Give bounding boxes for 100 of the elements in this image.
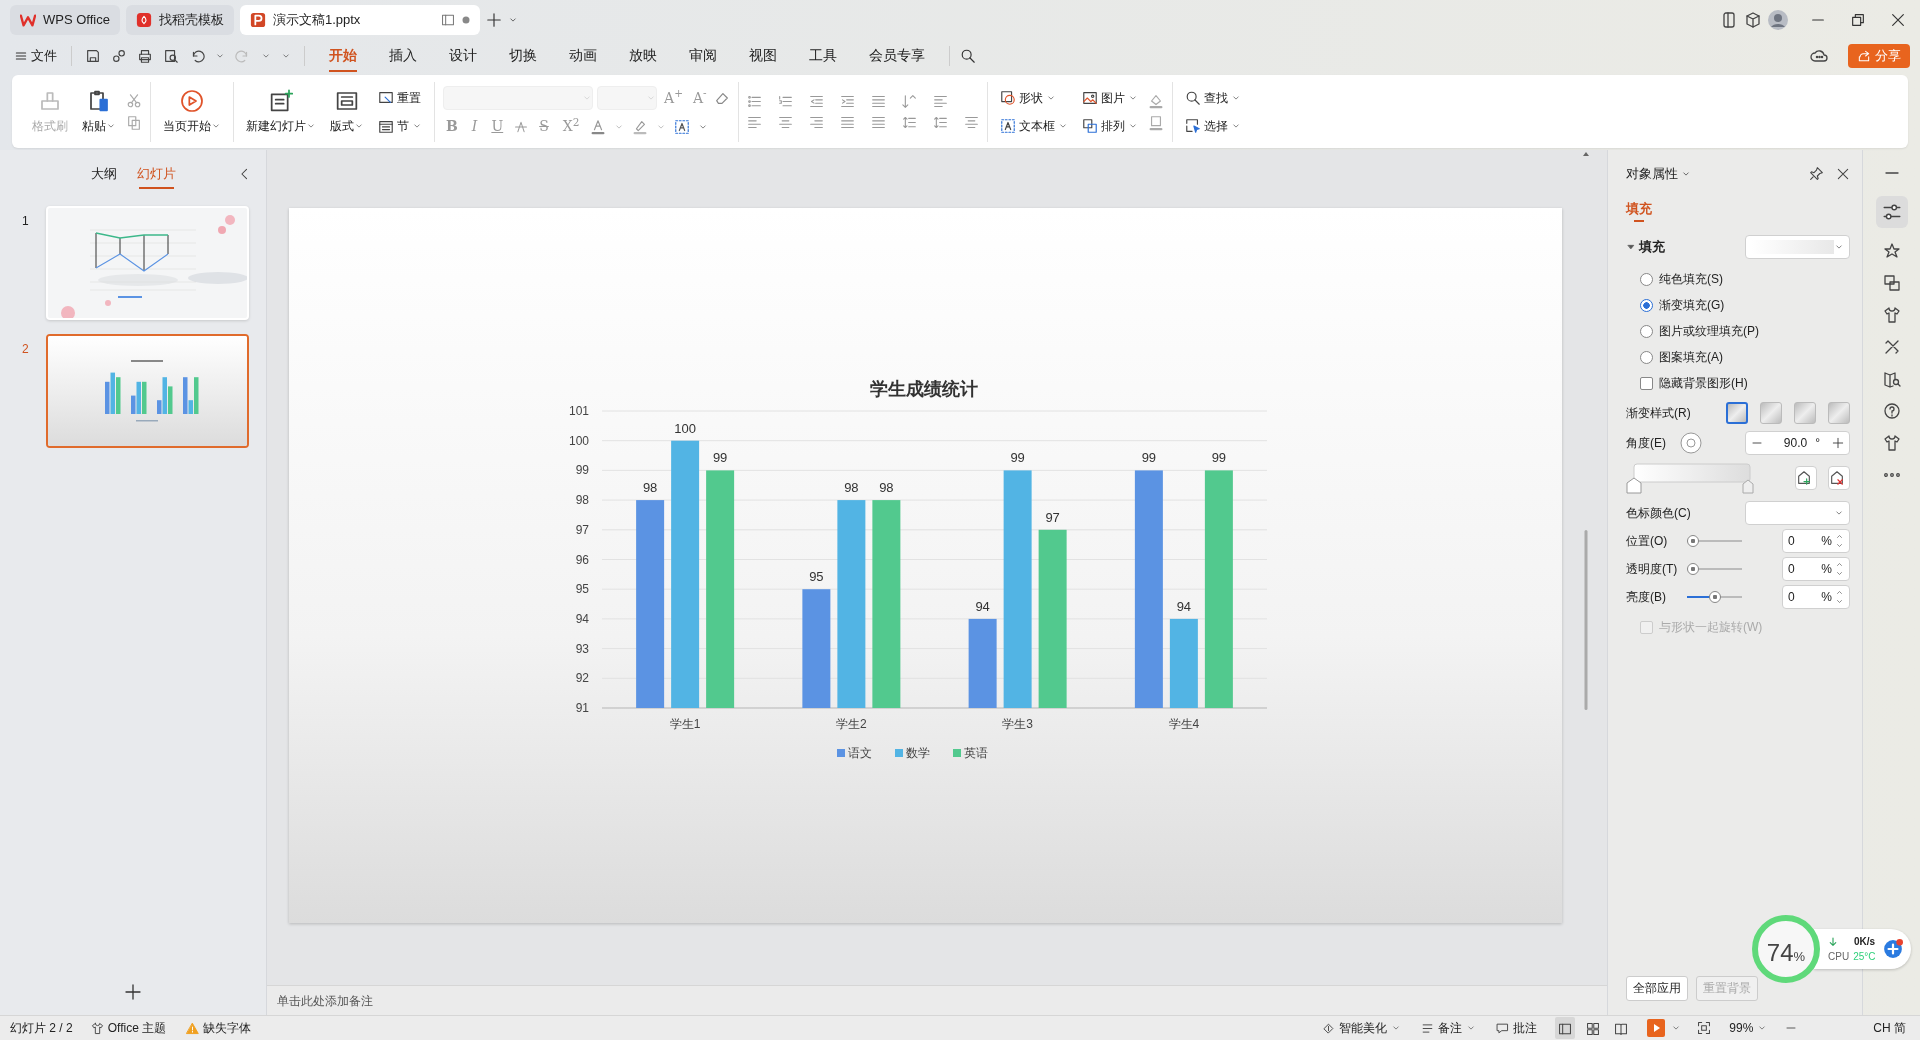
line-spacing-icon[interactable] <box>901 114 917 130</box>
search-icon[interactable] <box>960 48 976 64</box>
document-tab[interactable]: WPS Office <box>10 5 120 35</box>
font-name-field[interactable] <box>443 86 593 110</box>
bullets-icon[interactable] <box>746 93 762 109</box>
avatar-icon[interactable] <box>1768 10 1788 30</box>
notes-field[interactable]: 单击此处添加备注 <box>267 985 1607 1015</box>
section-button[interactable]: 节 <box>374 114 426 137</box>
ribbon-tab[interactable]: 审阅 <box>675 42 731 70</box>
panel-tab[interactable]: 填充 <box>1626 199 1652 219</box>
percent-field[interactable]: 0 % <box>1782 585 1850 610</box>
ribbon-tab[interactable]: 工具 <box>795 42 851 70</box>
font-size-field[interactable] <box>597 86 657 110</box>
book-search-icon[interactable] <box>1882 370 1901 388</box>
phone-icon[interactable] <box>1720 11 1738 29</box>
radio-button[interactable] <box>1640 350 1653 364</box>
zoom-dropdown[interactable]: 99% <box>1727 1019 1770 1037</box>
highlighter-icon[interactable] <box>632 118 649 135</box>
slider-thumb[interactable] <box>1687 535 1699 548</box>
close-icon[interactable] <box>1890 12 1906 28</box>
ribbon-tab[interactable]: 视图 <box>735 42 791 70</box>
radio-button[interactable] <box>1640 272 1653 286</box>
shirt-icon[interactable] <box>1882 434 1901 452</box>
shirt-icon[interactable] <box>1882 306 1901 324</box>
align-right-icon[interactable] <box>808 114 824 130</box>
ribbon-tab[interactable]: 设计 <box>435 42 491 70</box>
ribbon-tab[interactable]: 动画 <box>555 42 611 70</box>
checkbox[interactable] <box>1640 376 1653 390</box>
radio-button[interactable] <box>1640 298 1653 312</box>
gradient-style-swatch[interactable] <box>1794 402 1816 425</box>
comments-button[interactable]: 批注 <box>1494 1019 1540 1037</box>
eraser-icon[interactable] <box>713 90 730 106</box>
layout-button[interactable]: 版式 <box>326 86 368 137</box>
justify-icon[interactable] <box>839 114 855 130</box>
percent-field[interactable]: 0 % <box>1782 529 1850 554</box>
close-icon[interactable] <box>1836 166 1850 181</box>
fill-icon[interactable] <box>1147 92 1164 109</box>
pin-icon[interactable] <box>1809 166 1824 182</box>
slider[interactable] <box>1687 563 1742 576</box>
print-preview-icon[interactable] <box>163 48 179 64</box>
copy-icon[interactable] <box>126 114 142 131</box>
restore-icon[interactable] <box>1850 12 1866 28</box>
paragraph-spacing-icon[interactable] <box>932 114 948 130</box>
slider-thumb[interactable] <box>1687 563 1699 576</box>
reset-button[interactable]: 重置 <box>374 86 426 109</box>
help-icon[interactable] <box>1882 402 1901 420</box>
percent-field[interactable]: 0 % <box>1782 557 1850 582</box>
gradient-style-swatch[interactable] <box>1760 402 1782 425</box>
arrange-button[interactable]: 排列 <box>1077 114 1142 137</box>
panel-tab[interactable]: 大纲 <box>84 162 123 186</box>
find-button[interactable]: 查找 <box>1180 86 1245 109</box>
input-method-indicator[interactable]: CH 简 <box>1873 1019 1906 1037</box>
increase-indent-icon[interactable] <box>839 93 855 109</box>
star-icon[interactable] <box>1882 242 1901 260</box>
select-button[interactable]: 选择 <box>1180 114 1245 137</box>
theme-button[interactable]: Office 主题 <box>88 1019 169 1037</box>
slider-thumb[interactable] <box>1708 591 1721 604</box>
slider[interactable] <box>1687 591 1742 604</box>
document-tab[interactable]: 演示文稿1.pptx <box>239 5 480 35</box>
add-icon[interactable] <box>1883 939 1904 959</box>
font-color-icon[interactable] <box>590 118 607 135</box>
notes-button[interactable]: 备注 <box>1419 1019 1479 1037</box>
file-menu-button[interactable]: 文件 <box>10 44 61 68</box>
plus-icon[interactable] <box>1832 437 1844 450</box>
stop-color-dropdown[interactable] <box>1745 501 1850 526</box>
align-center-icon[interactable] <box>777 114 793 130</box>
shapes-button[interactable]: 形状 <box>995 86 1072 109</box>
outline-icon[interactable] <box>1147 114 1164 131</box>
slider[interactable] <box>1687 535 1742 548</box>
cube-icon[interactable] <box>1744 11 1762 29</box>
ribbon-tab[interactable]: 会员专享 <box>855 42 939 70</box>
add-stop-button[interactable] <box>1795 466 1817 491</box>
play-from-current-button[interactable]: 当页开始 <box>159 86 225 137</box>
text-box-button[interactable]: 文本框 <box>995 114 1072 137</box>
gradient-style-swatch[interactable] <box>1828 402 1850 425</box>
view-button[interactable] <box>1555 1017 1576 1039</box>
decrease-indent-icon[interactable] <box>808 93 824 109</box>
panel-tab[interactable]: 幻灯片 <box>130 162 182 186</box>
cloud-chat-icon[interactable] <box>1810 47 1828 65</box>
sliders-icon[interactable] <box>1875 196 1908 228</box>
save-icon[interactable] <box>85 48 101 64</box>
ribbon-tab[interactable]: 切换 <box>495 42 551 70</box>
print-icon[interactable] <box>137 48 153 64</box>
panel-title-dropdown[interactable]: 对象属性 <box>1626 164 1691 184</box>
new-tab-icon[interactable] <box>485 12 502 28</box>
sort-icon[interactable] <box>901 93 917 109</box>
gradient-style-swatch[interactable] <box>1726 402 1748 425</box>
link-icon[interactable] <box>111 48 127 64</box>
remove-stop-button[interactable] <box>1828 466 1850 491</box>
section-header[interactable]: 填充 <box>1626 237 1665 257</box>
beautify-button[interactable]: 智能美化 <box>1320 1019 1404 1037</box>
align-left-icon[interactable] <box>746 114 762 130</box>
new-slide-button[interactable]: 新建幻灯片 <box>242 86 320 137</box>
ribbon-tab[interactable]: 插入 <box>375 42 431 70</box>
document-tab[interactable]: 找稻壳模板 <box>125 5 234 35</box>
paste-button[interactable]: 粘贴 <box>78 86 120 137</box>
numbering-icon[interactable] <box>777 93 793 109</box>
ribbon-tab[interactable]: 放映 <box>615 42 671 70</box>
picture-button[interactable]: 图片 <box>1077 86 1142 109</box>
apply-all-button[interactable]: 全部应用 <box>1626 975 1688 1001</box>
